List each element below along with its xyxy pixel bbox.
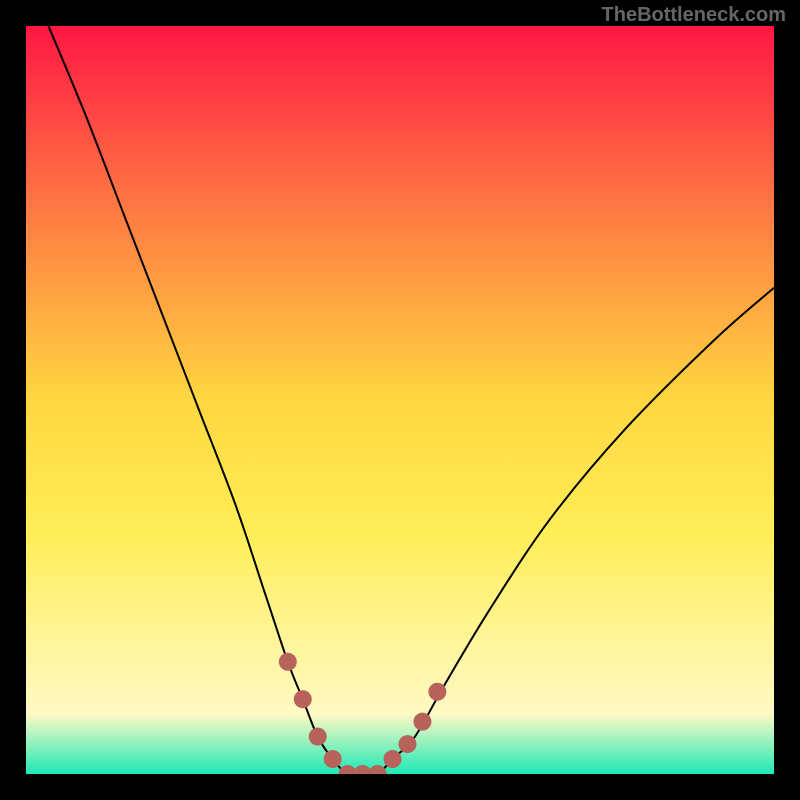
watermark-text: TheBottleneck.com — [602, 4, 786, 27]
curve-dot — [398, 735, 416, 753]
plot-background — [26, 26, 774, 774]
curve-dot — [384, 750, 402, 768]
chart-container: TheBottleneck.com — [0, 0, 800, 800]
curve-dot — [413, 713, 431, 731]
curve-dot — [294, 690, 312, 708]
curve-dot — [324, 750, 342, 768]
curve-dot — [309, 728, 327, 746]
curve-dot — [279, 653, 297, 671]
curve-dot — [428, 683, 446, 701]
bottleneck-chart — [0, 0, 800, 800]
